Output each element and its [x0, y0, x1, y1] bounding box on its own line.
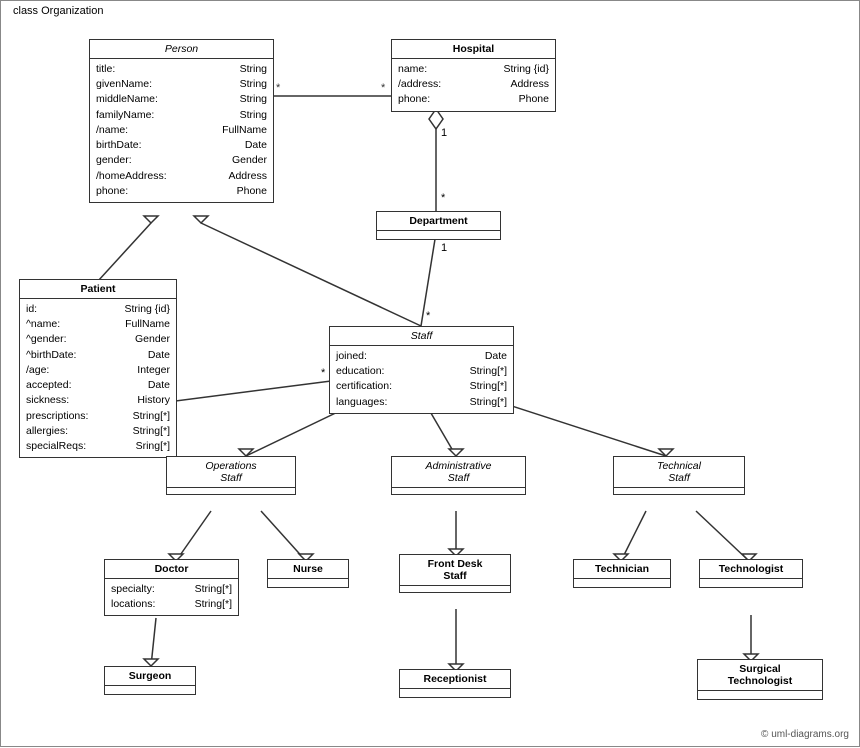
class-hospital-header: Hospital: [392, 40, 555, 59]
class-technologist: Technologist: [699, 559, 803, 588]
class-person-header: Person: [90, 40, 273, 59]
class-operations-staff-body: [167, 488, 295, 494]
class-administrative-staff-body: [392, 488, 525, 494]
svg-text:*: *: [321, 367, 326, 379]
class-hospital-body: name:String {id} /address:Address phone:…: [392, 59, 555, 111]
class-technician: Technician: [573, 559, 671, 588]
class-administrative-staff-header: AdministrativeStaff: [392, 457, 525, 488]
class-patient-body: id:String {id} ^name:FullName ^gender:Ge…: [20, 299, 176, 457]
class-surgical-technologist: SurgicalTechnologist: [697, 659, 823, 700]
class-front-desk-staff: Front DeskStaff: [399, 554, 511, 593]
class-surgeon: Surgeon: [104, 666, 196, 695]
class-hospital: Hospital name:String {id} /address:Addre…: [391, 39, 556, 112]
class-surgeon-header: Surgeon: [105, 667, 195, 686]
svg-text:*: *: [441, 192, 446, 204]
svg-text:*: *: [381, 82, 386, 94]
class-technical-staff-body: [614, 488, 744, 494]
class-department: Department: [376, 211, 501, 240]
class-administrative-staff: AdministrativeStaff: [391, 456, 526, 495]
class-person-body: title:String givenName:String middleName…: [90, 59, 273, 202]
class-surgeon-body: [105, 686, 195, 694]
uml-diagram: class Organization * * 1 * 1 *: [0, 0, 860, 747]
svg-text:1: 1: [441, 127, 447, 139]
diagram-title: class Organization: [9, 5, 108, 17]
class-receptionist-header: Receptionist: [400, 670, 510, 689]
class-nurse-header: Nurse: [268, 560, 348, 579]
class-patient: Patient id:String {id} ^name:FullName ^g…: [19, 279, 177, 458]
class-front-desk-staff-header: Front DeskStaff: [400, 555, 510, 586]
svg-text:1: 1: [441, 242, 447, 254]
class-operations-staff: OperationsStaff: [166, 456, 296, 495]
svg-text:*: *: [276, 82, 281, 94]
class-receptionist: Receptionist: [399, 669, 511, 698]
class-operations-staff-header: OperationsStaff: [167, 457, 295, 488]
class-staff: Staff joined:Date education:String[*] ce…: [329, 326, 514, 414]
class-department-header: Department: [377, 212, 500, 231]
class-technician-body: [574, 579, 670, 587]
copyright-text: © uml-diagrams.org: [761, 729, 849, 740]
class-technologist-header: Technologist: [700, 560, 802, 579]
class-technical-staff-header: TechnicalStaff: [614, 457, 744, 488]
class-department-body: [377, 231, 500, 239]
svg-text:*: *: [426, 310, 431, 322]
class-surgical-technologist-body: [698, 691, 822, 699]
class-patient-header: Patient: [20, 280, 176, 299]
class-technician-header: Technician: [574, 560, 670, 579]
class-doctor-body: specialty:String[*] locations:String[*]: [105, 579, 238, 615]
class-nurse: Nurse: [267, 559, 349, 588]
class-surgical-technologist-header: SurgicalTechnologist: [698, 660, 822, 691]
class-nurse-body: [268, 579, 348, 587]
class-person: Person title:String givenName:String mid…: [89, 39, 274, 203]
class-staff-header: Staff: [330, 327, 513, 346]
class-staff-body: joined:Date education:String[*] certific…: [330, 346, 513, 413]
class-technologist-body: [700, 579, 802, 587]
class-doctor: Doctor specialty:String[*] locations:Str…: [104, 559, 239, 616]
class-doctor-header: Doctor: [105, 560, 238, 579]
class-front-desk-staff-body: [400, 586, 510, 592]
class-receptionist-body: [400, 689, 510, 697]
class-technical-staff: TechnicalStaff: [613, 456, 745, 495]
